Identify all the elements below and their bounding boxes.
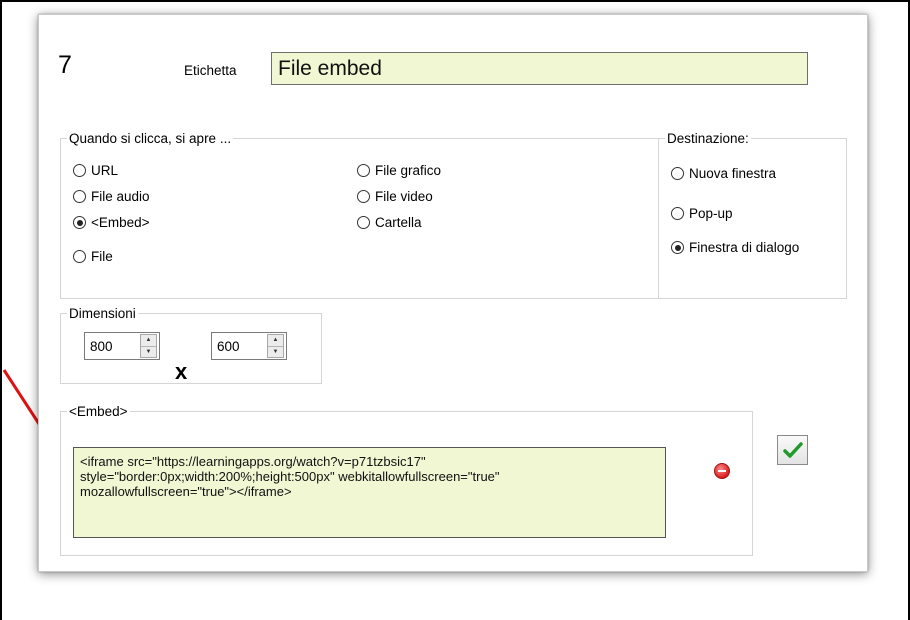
embed-code-field[interactable]: <iframe src="https://learningapps.org/wa… — [73, 447, 666, 538]
radio-circle — [73, 190, 86, 203]
radio-finestra-dialogo[interactable]: Finestra di dialogo — [671, 240, 799, 255]
height-stepper-buttons[interactable]: ▲ ▼ — [267, 334, 284, 358]
radio-circle — [73, 164, 86, 177]
stepper-up-icon[interactable]: ▲ — [268, 335, 283, 346]
width-stepper[interactable]: 800 ▲ ▼ — [84, 332, 160, 360]
confirm-button[interactable] — [777, 435, 808, 465]
minus-circle-icon[interactable] — [714, 463, 730, 479]
frame-top-border — [0, 0, 910, 2]
radio-circle-selected — [671, 241, 684, 254]
radio-circle-selected — [73, 216, 86, 229]
radio-file[interactable]: File — [73, 249, 113, 264]
width-value: 800 — [90, 338, 113, 354]
radio-circle — [671, 167, 684, 180]
checkmark-icon — [782, 442, 803, 458]
label-caption: Etichetta — [184, 63, 237, 78]
radio-url[interactable]: URL — [73, 163, 118, 178]
height-stepper[interactable]: 600 ▲ ▼ — [211, 332, 287, 360]
radio-nuova-finestra[interactable]: Nuova finestra — [671, 166, 776, 181]
stepper-down-icon[interactable]: ▼ — [268, 345, 283, 357]
width-stepper-buttons[interactable]: ▲ ▼ — [140, 334, 157, 358]
link-settings-panel: 7 Etichetta File embed Quando si clicca,… — [38, 14, 868, 572]
radio-label: File audio — [91, 189, 150, 204]
radio-label: Pop-up — [689, 206, 733, 221]
label-input[interactable]: File embed — [271, 52, 808, 85]
radio-embed[interactable]: <Embed> — [73, 215, 150, 230]
radio-circle — [73, 250, 86, 263]
radio-circle — [357, 164, 370, 177]
radio-label: File video — [375, 189, 433, 204]
dimension-separator: x — [175, 359, 188, 384]
dimensions-legend: Dimensioni — [69, 306, 136, 321]
radio-circle — [671, 207, 684, 220]
frame-left-border — [0, 0, 2, 620]
radio-label: File — [91, 249, 113, 264]
radio-circle — [357, 190, 370, 203]
embed-legend: <Embed> — [69, 404, 128, 419]
radio-file-grafico[interactable]: File grafico — [357, 163, 441, 178]
radio-label: Finestra di dialogo — [689, 240, 800, 255]
radio-label: URL — [91, 163, 119, 178]
stepper-down-icon[interactable]: ▼ — [141, 345, 156, 357]
open-type-legend: Quando si clicca, si apre ... — [69, 131, 232, 146]
destination-legend: Destinazione: — [667, 131, 749, 146]
radio-cartella[interactable]: Cartella — [357, 215, 422, 230]
radio-label: <Embed> — [91, 215, 150, 230]
radio-label: Cartella — [375, 215, 422, 230]
radio-file-audio[interactable]: File audio — [73, 189, 150, 204]
radio-file-video[interactable]: File video — [357, 189, 433, 204]
radio-label: Nuova finestra — [689, 166, 777, 181]
height-value: 600 — [217, 338, 240, 354]
item-number: 7 — [58, 51, 72, 79]
radio-circle — [357, 216, 370, 229]
radio-label: File grafico — [375, 163, 442, 178]
radio-popup[interactable]: Pop-up — [671, 206, 733, 221]
stepper-up-icon[interactable]: ▲ — [141, 335, 156, 346]
